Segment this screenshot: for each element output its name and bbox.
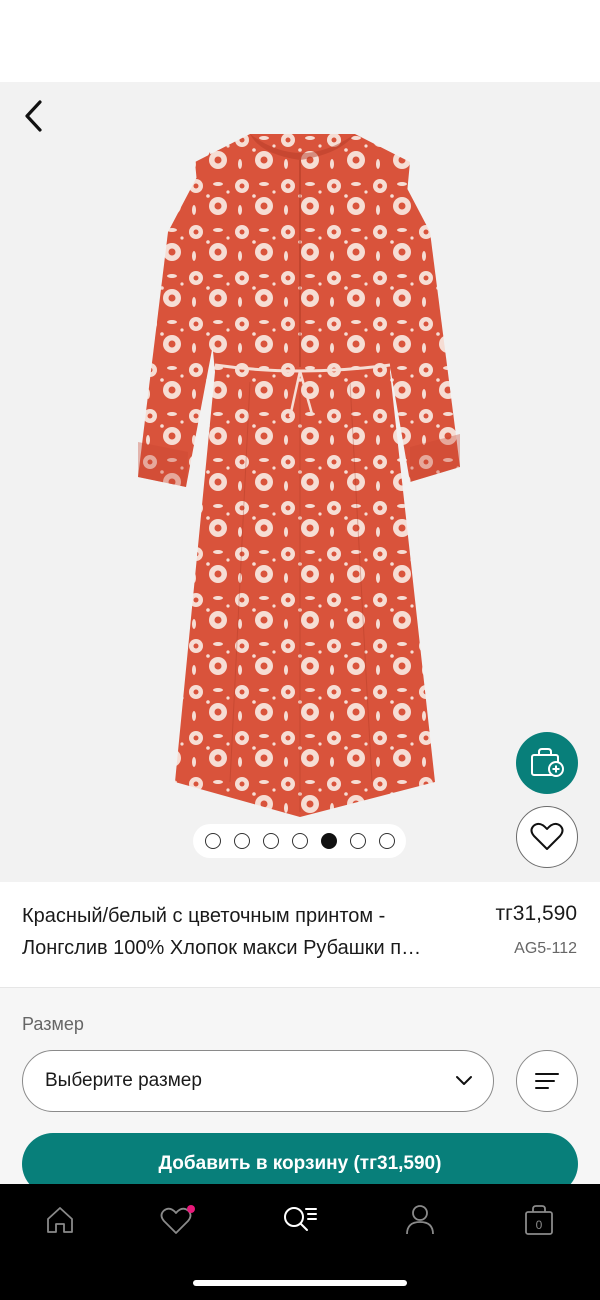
bag-icon: 0 (525, 1205, 553, 1235)
tab-wishlist[interactable] (148, 1200, 208, 1240)
tab-search[interactable] (270, 1200, 330, 1240)
chevron-left-icon (25, 100, 42, 132)
product-title-line2: Лонгслив 100% Хлопок макси Рубашки п… (22, 937, 422, 959)
product-title-line1: Красный/белый с цветочным принтом - (22, 905, 386, 927)
bag-add-icon (531, 748, 564, 777)
add-to-bag-quick-button[interactable] (516, 732, 578, 794)
account-icon (406, 1205, 434, 1235)
pagination-dot[interactable] (320, 833, 337, 849)
pagination-dot[interactable] (204, 833, 221, 849)
search-menu-icon (284, 1207, 317, 1231)
tab-account[interactable] (390, 1200, 450, 1240)
image-pagination (193, 824, 406, 858)
product-sku: AG5-112 (514, 940, 577, 957)
tab-bag[interactable]: 0 (509, 1200, 569, 1240)
sort-lines-icon (535, 1073, 559, 1089)
status-bar (0, 0, 600, 82)
product-title: Красный/белый с цветочным принтом - Лонг… (22, 900, 482, 964)
size-label: Размер (22, 1014, 84, 1034)
pagination-dot[interactable] (291, 833, 308, 849)
wishlist-icon (160, 1205, 195, 1234)
heart-icon (530, 822, 564, 850)
bag-count: 0 (536, 1218, 543, 1232)
product-gallery[interactable] (0, 82, 600, 882)
size-guide-button[interactable] (516, 1050, 578, 1112)
tab-home[interactable] (30, 1200, 90, 1240)
pagination-dot[interactable] (349, 833, 366, 849)
back-button[interactable] (14, 96, 54, 136)
product-price: тг31,590 (495, 902, 577, 925)
product-info: Красный/белый с цветочным принтом - Лонг… (0, 882, 600, 988)
size-select[interactable]: Выберите размер (22, 1050, 494, 1112)
chevron-down-icon (456, 1076, 472, 1085)
pagination-dot[interactable] (233, 833, 250, 849)
pagination-dot[interactable] (378, 833, 395, 849)
pagination-dot[interactable] (262, 833, 279, 849)
wishlist-button[interactable] (516, 806, 578, 868)
size-select-value: Выберите размер (45, 1070, 202, 1091)
home-indicator (193, 1280, 407, 1286)
product-image (138, 134, 460, 817)
home-icon (47, 1207, 73, 1233)
